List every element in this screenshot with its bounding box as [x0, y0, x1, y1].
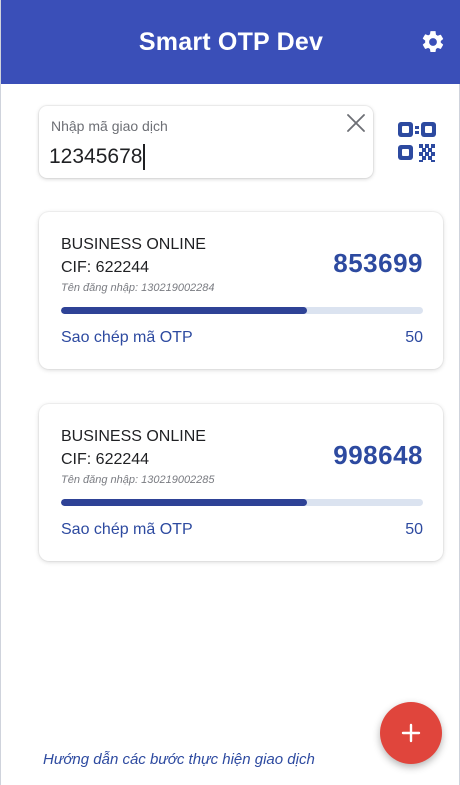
transaction-guide-link[interactable]: Hướng dẫn các bước thực hiện giao dịch	[43, 751, 315, 768]
gear-icon	[422, 31, 444, 53]
transaction-code-label: Nhập mã giao dịch	[51, 118, 168, 134]
text-caret	[143, 144, 146, 170]
card-username: Tên đăng nhập: 130219002285	[61, 474, 215, 486]
otp-code: 853699	[333, 248, 423, 278]
card-cif: CIF: 622244	[61, 451, 150, 468]
app-header: Smart OTP Dev	[1, 0, 460, 84]
card-username: Tên đăng nhập: 130219002284	[61, 282, 215, 294]
copy-otp-button[interactable]: Sao chép mã OTP	[61, 521, 193, 539]
otp-timer-progress	[61, 499, 423, 506]
card-service-name: BUSINESS ONLINE	[61, 428, 206, 445]
otp-card: BUSINESS ONLINE CIF: 622244 Tên đăng nhậ…	[39, 404, 443, 561]
otp-seconds-remaining: 50	[405, 329, 423, 346]
copy-otp-button[interactable]: Sao chép mã OTP	[61, 329, 193, 347]
plus-icon	[401, 723, 421, 743]
qr-scan-button[interactable]	[394, 116, 440, 166]
otp-code: 998648	[333, 440, 423, 470]
transaction-code-field[interactable]: Nhập mã giao dịch 12345678	[39, 106, 373, 178]
qr-code-icon	[398, 122, 436, 162]
otp-card: BUSINESS ONLINE CIF: 622244 Tên đăng nhậ…	[39, 212, 443, 369]
transaction-code-value[interactable]: 12345678	[49, 145, 142, 169]
card-cif: CIF: 622244	[61, 259, 150, 276]
card-service-name: BUSINESS ONLINE	[61, 236, 206, 253]
settings-button[interactable]	[419, 28, 447, 56]
otp-timer-progress	[61, 307, 423, 314]
app-title: Smart OTP Dev	[138, 27, 324, 56]
app-screen: Smart OTP Dev Nhập mã giao dịch 12345678	[0, 0, 460, 785]
close-icon	[347, 114, 365, 132]
transaction-code-value-wrap[interactable]: 12345678	[49, 144, 146, 170]
otp-timer-progress-fill	[61, 499, 308, 506]
add-account-button[interactable]	[380, 702, 442, 764]
otp-timer-progress-fill	[61, 307, 308, 314]
clear-input-button[interactable]	[345, 112, 367, 134]
otp-seconds-remaining: 50	[405, 521, 423, 538]
